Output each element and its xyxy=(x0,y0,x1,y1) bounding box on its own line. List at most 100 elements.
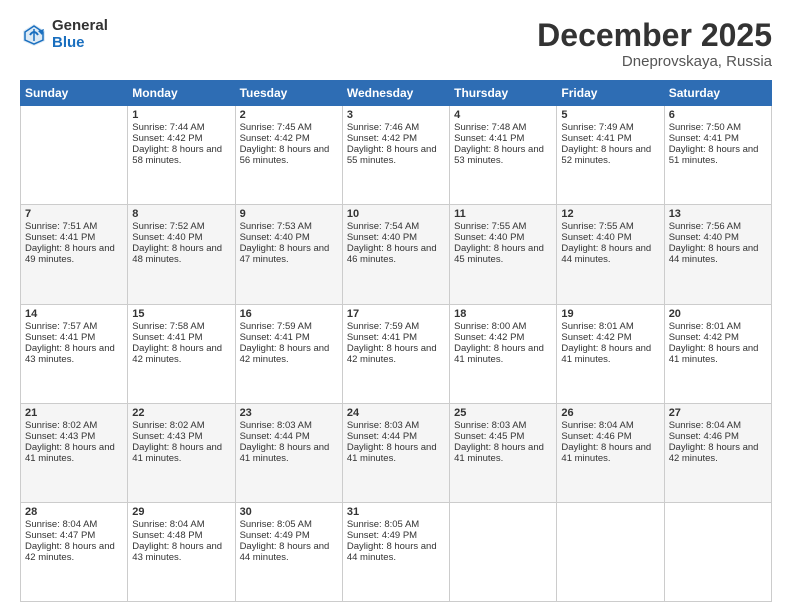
sunrise-text: Sunrise: 7:59 AM xyxy=(347,321,445,332)
daylight-text: Daylight: 8 hours and 43 minutes. xyxy=(132,541,230,563)
calendar-cell xyxy=(21,106,128,205)
daylight-text: Daylight: 8 hours and 44 minutes. xyxy=(347,541,445,563)
calendar-cell: 29Sunrise: 8:04 AMSunset: 4:48 PMDayligh… xyxy=(128,502,235,601)
day-number: 13 xyxy=(669,208,767,220)
weekday-header: Wednesday xyxy=(342,81,449,106)
sunrise-text: Sunrise: 7:57 AM xyxy=(25,321,123,332)
sunset-text: Sunset: 4:48 PM xyxy=(132,530,230,541)
day-number: 19 xyxy=(561,308,659,320)
title-block: December 2025 Dneprovskaya, Russia xyxy=(537,18,772,70)
day-number: 10 xyxy=(347,208,445,220)
sunrise-text: Sunrise: 8:02 AM xyxy=(132,420,230,431)
day-number: 17 xyxy=(347,308,445,320)
calendar-cell: 4Sunrise: 7:48 AMSunset: 4:41 PMDaylight… xyxy=(450,106,557,205)
day-number: 27 xyxy=(669,407,767,419)
logo: General Blue xyxy=(20,18,108,51)
sunrise-text: Sunrise: 8:04 AM xyxy=(561,420,659,431)
sunrise-text: Sunrise: 8:02 AM xyxy=(25,420,123,431)
sunset-text: Sunset: 4:43 PM xyxy=(25,431,123,442)
sunrise-text: Sunrise: 7:48 AM xyxy=(454,122,552,133)
calendar-cell: 11Sunrise: 7:55 AMSunset: 4:40 PMDayligh… xyxy=(450,205,557,304)
day-number: 26 xyxy=(561,407,659,419)
calendar-cell: 8Sunrise: 7:52 AMSunset: 4:40 PMDaylight… xyxy=(128,205,235,304)
daylight-text: Daylight: 8 hours and 42 minutes. xyxy=(132,343,230,365)
logo-general: General xyxy=(52,18,108,35)
calendar-week-row: 1Sunrise: 7:44 AMSunset: 4:42 PMDaylight… xyxy=(21,106,772,205)
sunset-text: Sunset: 4:40 PM xyxy=(132,232,230,243)
calendar-week-row: 7Sunrise: 7:51 AMSunset: 4:41 PMDaylight… xyxy=(21,205,772,304)
day-number: 14 xyxy=(25,308,123,320)
calendar-cell: 22Sunrise: 8:02 AMSunset: 4:43 PMDayligh… xyxy=(128,403,235,502)
sunrise-text: Sunrise: 7:54 AM xyxy=(347,221,445,232)
sunrise-text: Sunrise: 8:04 AM xyxy=(25,519,123,530)
day-number: 28 xyxy=(25,506,123,518)
calendar-cell: 23Sunrise: 8:03 AMSunset: 4:44 PMDayligh… xyxy=(235,403,342,502)
day-number: 24 xyxy=(347,407,445,419)
daylight-text: Daylight: 8 hours and 41 minutes. xyxy=(454,343,552,365)
sunrise-text: Sunrise: 7:58 AM xyxy=(132,321,230,332)
sunrise-text: Sunrise: 8:05 AM xyxy=(347,519,445,530)
calendar-cell: 21Sunrise: 8:02 AMSunset: 4:43 PMDayligh… xyxy=(21,403,128,502)
day-number: 25 xyxy=(454,407,552,419)
daylight-text: Daylight: 8 hours and 42 minutes. xyxy=(669,442,767,464)
sunrise-text: Sunrise: 8:03 AM xyxy=(240,420,338,431)
sunrise-text: Sunrise: 8:04 AM xyxy=(669,420,767,431)
daylight-text: Daylight: 8 hours and 51 minutes. xyxy=(669,144,767,166)
day-number: 30 xyxy=(240,506,338,518)
sunset-text: Sunset: 4:41 PM xyxy=(25,332,123,343)
sunset-text: Sunset: 4:47 PM xyxy=(25,530,123,541)
calendar-cell: 26Sunrise: 8:04 AMSunset: 4:46 PMDayligh… xyxy=(557,403,664,502)
daylight-text: Daylight: 8 hours and 41 minutes. xyxy=(132,442,230,464)
calendar-cell: 12Sunrise: 7:55 AMSunset: 4:40 PMDayligh… xyxy=(557,205,664,304)
sunrise-text: Sunrise: 7:59 AM xyxy=(240,321,338,332)
daylight-text: Daylight: 8 hours and 41 minutes. xyxy=(561,442,659,464)
sunset-text: Sunset: 4:42 PM xyxy=(561,332,659,343)
daylight-text: Daylight: 8 hours and 53 minutes. xyxy=(454,144,552,166)
sunset-text: Sunset: 4:45 PM xyxy=(454,431,552,442)
day-number: 22 xyxy=(132,407,230,419)
calendar-cell xyxy=(557,502,664,601)
calendar-cell: 10Sunrise: 7:54 AMSunset: 4:40 PMDayligh… xyxy=(342,205,449,304)
calendar-cell: 6Sunrise: 7:50 AMSunset: 4:41 PMDaylight… xyxy=(664,106,771,205)
sunset-text: Sunset: 4:41 PM xyxy=(561,133,659,144)
location: Dneprovskaya, Russia xyxy=(537,53,772,70)
logo-blue: Blue xyxy=(52,35,108,52)
daylight-text: Daylight: 8 hours and 42 minutes. xyxy=(240,343,338,365)
day-number: 4 xyxy=(454,109,552,121)
day-number: 2 xyxy=(240,109,338,121)
header: General Blue December 2025 Dneprovskaya,… xyxy=(20,18,772,70)
sunrise-text: Sunrise: 7:52 AM xyxy=(132,221,230,232)
sunrise-text: Sunrise: 7:53 AM xyxy=(240,221,338,232)
calendar-cell: 24Sunrise: 8:03 AMSunset: 4:44 PMDayligh… xyxy=(342,403,449,502)
day-number: 16 xyxy=(240,308,338,320)
day-number: 15 xyxy=(132,308,230,320)
sunset-text: Sunset: 4:41 PM xyxy=(347,332,445,343)
sunrise-text: Sunrise: 7:49 AM xyxy=(561,122,659,133)
sunrise-text: Sunrise: 7:50 AM xyxy=(669,122,767,133)
sunrise-text: Sunrise: 8:04 AM xyxy=(132,519,230,530)
daylight-text: Daylight: 8 hours and 41 minutes. xyxy=(240,442,338,464)
calendar-cell: 5Sunrise: 7:49 AMSunset: 4:41 PMDaylight… xyxy=(557,106,664,205)
sunset-text: Sunset: 4:41 PM xyxy=(132,332,230,343)
sunset-text: Sunset: 4:43 PM xyxy=(132,431,230,442)
sunset-text: Sunset: 4:49 PM xyxy=(347,530,445,541)
day-number: 29 xyxy=(132,506,230,518)
calendar-cell: 19Sunrise: 8:01 AMSunset: 4:42 PMDayligh… xyxy=(557,304,664,403)
calendar-cell: 30Sunrise: 8:05 AMSunset: 4:49 PMDayligh… xyxy=(235,502,342,601)
sunrise-text: Sunrise: 7:51 AM xyxy=(25,221,123,232)
sunrise-text: Sunrise: 7:45 AM xyxy=(240,122,338,133)
logo-icon xyxy=(20,21,48,49)
calendar-cell: 17Sunrise: 7:59 AMSunset: 4:41 PMDayligh… xyxy=(342,304,449,403)
daylight-text: Daylight: 8 hours and 42 minutes. xyxy=(25,541,123,563)
sunset-text: Sunset: 4:42 PM xyxy=(132,133,230,144)
sunset-text: Sunset: 4:46 PM xyxy=(561,431,659,442)
sunrise-text: Sunrise: 7:44 AM xyxy=(132,122,230,133)
day-number: 1 xyxy=(132,109,230,121)
daylight-text: Daylight: 8 hours and 41 minutes. xyxy=(669,343,767,365)
daylight-text: Daylight: 8 hours and 52 minutes. xyxy=(561,144,659,166)
sunset-text: Sunset: 4:42 PM xyxy=(669,332,767,343)
sunset-text: Sunset: 4:40 PM xyxy=(240,232,338,243)
daylight-text: Daylight: 8 hours and 49 minutes. xyxy=(25,243,123,265)
sunset-text: Sunset: 4:41 PM xyxy=(240,332,338,343)
sunset-text: Sunset: 4:42 PM xyxy=(347,133,445,144)
